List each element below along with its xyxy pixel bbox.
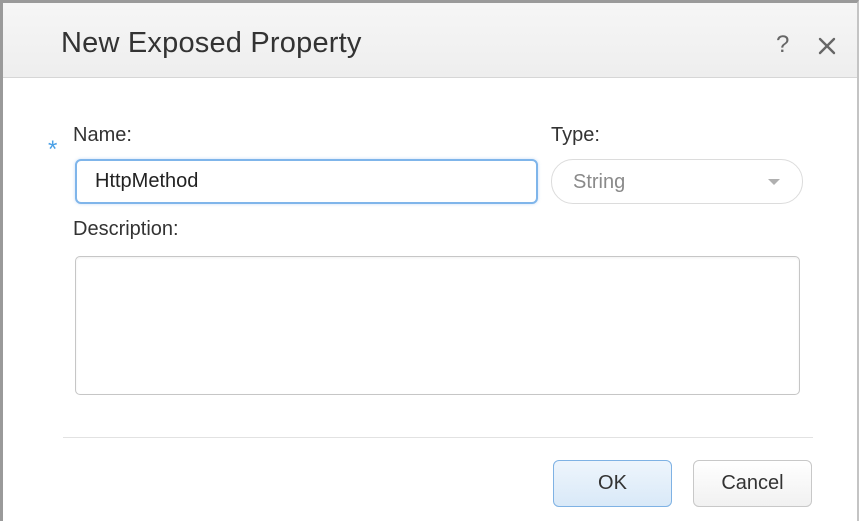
ok-button[interactable]: OK <box>553 460 672 507</box>
type-selected-value: String <box>573 171 626 193</box>
footer-divider <box>63 437 813 438</box>
name-label: Name: <box>73 124 132 146</box>
type-label: Type: <box>551 124 600 146</box>
type-select[interactable]: String <box>551 159 803 204</box>
new-exposed-property-dialog: New Exposed Property ? * Name: Type: Str… <box>0 0 859 521</box>
description-label: Description: <box>73 218 179 240</box>
dialog-titlebar: New Exposed Property ? <box>3 3 857 78</box>
cancel-button[interactable]: Cancel <box>693 460 812 507</box>
dialog-title: New Exposed Property <box>61 27 362 59</box>
chevron-down-icon <box>768 179 780 185</box>
help-icon[interactable]: ? <box>776 31 789 59</box>
name-field[interactable] <box>75 159 538 204</box>
required-icon: * <box>48 136 58 163</box>
close-icon[interactable] <box>814 33 840 59</box>
description-field[interactable] <box>75 256 800 395</box>
